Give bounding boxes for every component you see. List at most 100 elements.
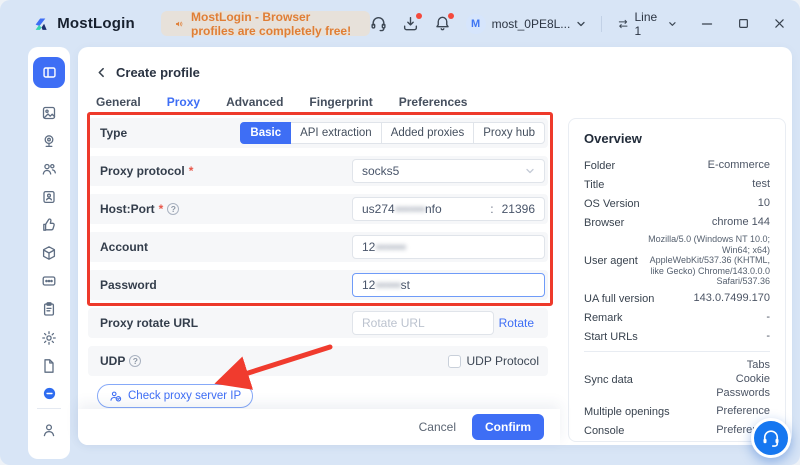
udp-checkbox[interactable] — [448, 355, 461, 368]
tab-preferences[interactable]: Preferences — [399, 95, 468, 115]
sidebar-item-camera[interactable] — [35, 128, 63, 155]
megaphone-icon — [175, 17, 183, 31]
host-prefix: us274 — [362, 202, 395, 216]
proxy-form: Type Basic API extraction Added proxies … — [88, 118, 548, 425]
host-port-label: Host:Port — [100, 202, 155, 216]
sidebar-item-extensions[interactable] — [35, 240, 63, 267]
chevron-down-icon — [525, 166, 535, 176]
protocol-row: Proxy protocol* socks5 — [88, 156, 548, 186]
udp-row: UDP? UDP Protocol — [88, 346, 548, 376]
clipboard-icon — [41, 301, 57, 317]
divider — [37, 408, 61, 409]
users-icon — [41, 161, 57, 177]
type-option-added-proxies[interactable]: Added proxies — [381, 122, 475, 144]
type-option-api-extraction[interactable]: API extraction — [290, 122, 382, 144]
type-segmented-control: Basic API extraction Added proxies Proxy… — [241, 122, 545, 144]
confirm-button[interactable]: Confirm — [472, 414, 544, 440]
tab-proxy[interactable]: Proxy — [167, 95, 200, 115]
sync-circle-icon — [42, 386, 57, 401]
overview-row-console: ConsolePreference — [584, 424, 770, 439]
browser-profiles-icon — [42, 65, 57, 80]
sidebar-item-team[interactable] — [35, 156, 63, 183]
minimize-button[interactable] — [700, 17, 714, 31]
account-redacted: ●●●●●● — [375, 242, 405, 253]
card-dots-icon — [41, 273, 57, 289]
sidebar-item-sync-status[interactable] — [35, 380, 63, 407]
help-icon[interactable]: ? — [167, 203, 179, 215]
page-title: Create profile — [116, 65, 200, 80]
overview-title: Overview — [584, 131, 770, 146]
tab-bar: General Proxy Advanced Fingerprint Prefe… — [96, 95, 467, 115]
package-icon — [41, 245, 57, 261]
maximize-button[interactable] — [736, 17, 750, 31]
sidebar — [28, 47, 70, 459]
cancel-button[interactable]: Cancel — [419, 420, 456, 434]
download-icon[interactable] — [402, 15, 419, 33]
image-icon — [41, 105, 57, 121]
password-input[interactable]: 12●●●●●st — [352, 273, 545, 297]
network-line-icon — [617, 17, 629, 31]
required-mark: * — [189, 164, 194, 178]
overview-row-browser: Browserchrome 144 — [584, 215, 770, 230]
notification-dot — [448, 13, 454, 19]
password-row: Password 12●●●●●st — [88, 270, 548, 300]
tab-general[interactable]: General — [96, 95, 141, 115]
check-proxy-ip-button[interactable]: Check proxy server IP — [97, 384, 253, 408]
sidebar-item-account[interactable] — [35, 416, 63, 444]
protocol-value: socks5 — [362, 164, 399, 178]
help-icon[interactable]: ? — [129, 355, 141, 367]
host-suffix: nfo — [425, 202, 442, 216]
avatar: M — [466, 14, 486, 34]
sidebar-item-profile-add[interactable] — [35, 184, 63, 211]
check-proxy-ip-label: Check proxy server IP — [128, 390, 241, 402]
tab-fingerprint[interactable]: Fingerprint — [309, 95, 372, 115]
sidebar-item-cards[interactable] — [35, 268, 63, 295]
announcement-banner[interactable]: MostLogin - Browser profiles are complet… — [161, 11, 370, 36]
sidebar-item-gallery[interactable] — [35, 100, 63, 127]
overview-row-sync-data: Sync dataTabs Cookie Passwords — [584, 359, 770, 401]
account-menu[interactable]: M most_0PE8L... — [466, 14, 587, 34]
username: most_0PE8L... — [492, 17, 571, 31]
udp-checkbox-label: UDP Protocol — [467, 354, 539, 368]
support-headset-icon[interactable] — [370, 15, 387, 33]
rotate-url-input[interactable] — [352, 311, 494, 335]
overview-panel: Overview FolderE-commerce Titletest OS V… — [568, 118, 786, 442]
sidebar-item-settings[interactable] — [35, 324, 63, 351]
type-option-basic[interactable]: Basic — [240, 122, 291, 144]
form-footer: Cancel Confirm — [78, 409, 560, 445]
host-port-row: Host:Port*? us274●●●●●●nfo : 21396 — [88, 194, 548, 224]
account-input[interactable]: 12●●●●●● — [352, 235, 545, 259]
close-button[interactable] — [772, 17, 786, 31]
host-port-separator: : — [490, 202, 493, 216]
overview-row-os-version: OS Version10 — [584, 196, 770, 211]
app-window: MostLogin MostLogin - Browser profiles a… — [0, 0, 800, 465]
overview-row-title: Titletest — [584, 177, 770, 192]
protocol-select[interactable]: socks5 — [352, 159, 545, 183]
type-label: Type — [100, 126, 127, 140]
tab-advanced[interactable]: Advanced — [226, 95, 283, 115]
password-redacted: ●●●●● — [375, 280, 400, 291]
bell-icon[interactable] — [434, 15, 451, 33]
chevron-down-icon — [576, 19, 586, 29]
sidebar-item-profiles[interactable] — [33, 57, 65, 88]
sidebar-item-notes[interactable] — [35, 296, 63, 323]
sidebar-item-likes[interactable] — [35, 212, 63, 239]
host-redacted: ●●●●●● — [395, 204, 425, 215]
chevron-down-icon — [668, 19, 677, 29]
type-option-proxy-hub[interactable]: Proxy hub — [473, 122, 545, 144]
overview-row-ua-full-version: UA full version143.0.7499.170 — [584, 291, 770, 306]
thumbs-up-icon — [41, 217, 57, 233]
host-port-input[interactable]: us274●●●●●●nfo : 21396 — [352, 197, 545, 221]
back-icon[interactable] — [96, 67, 107, 78]
customer-service-fab[interactable] — [751, 418, 791, 458]
account-prefix: 12 — [362, 240, 375, 254]
rotate-url-label: Proxy rotate URL — [100, 316, 198, 330]
line-selector[interactable]: Line 1 — [617, 10, 677, 38]
gear-icon — [41, 330, 57, 346]
person-icon — [41, 422, 57, 438]
password-prefix: 12 — [362, 278, 375, 292]
overview-row-multiple-openings: Multiple openingsPreference — [584, 405, 770, 420]
rotate-action-link[interactable]: Rotate — [499, 316, 534, 330]
brand-title: MostLogin — [57, 15, 135, 32]
sidebar-item-documents[interactable] — [35, 352, 63, 379]
